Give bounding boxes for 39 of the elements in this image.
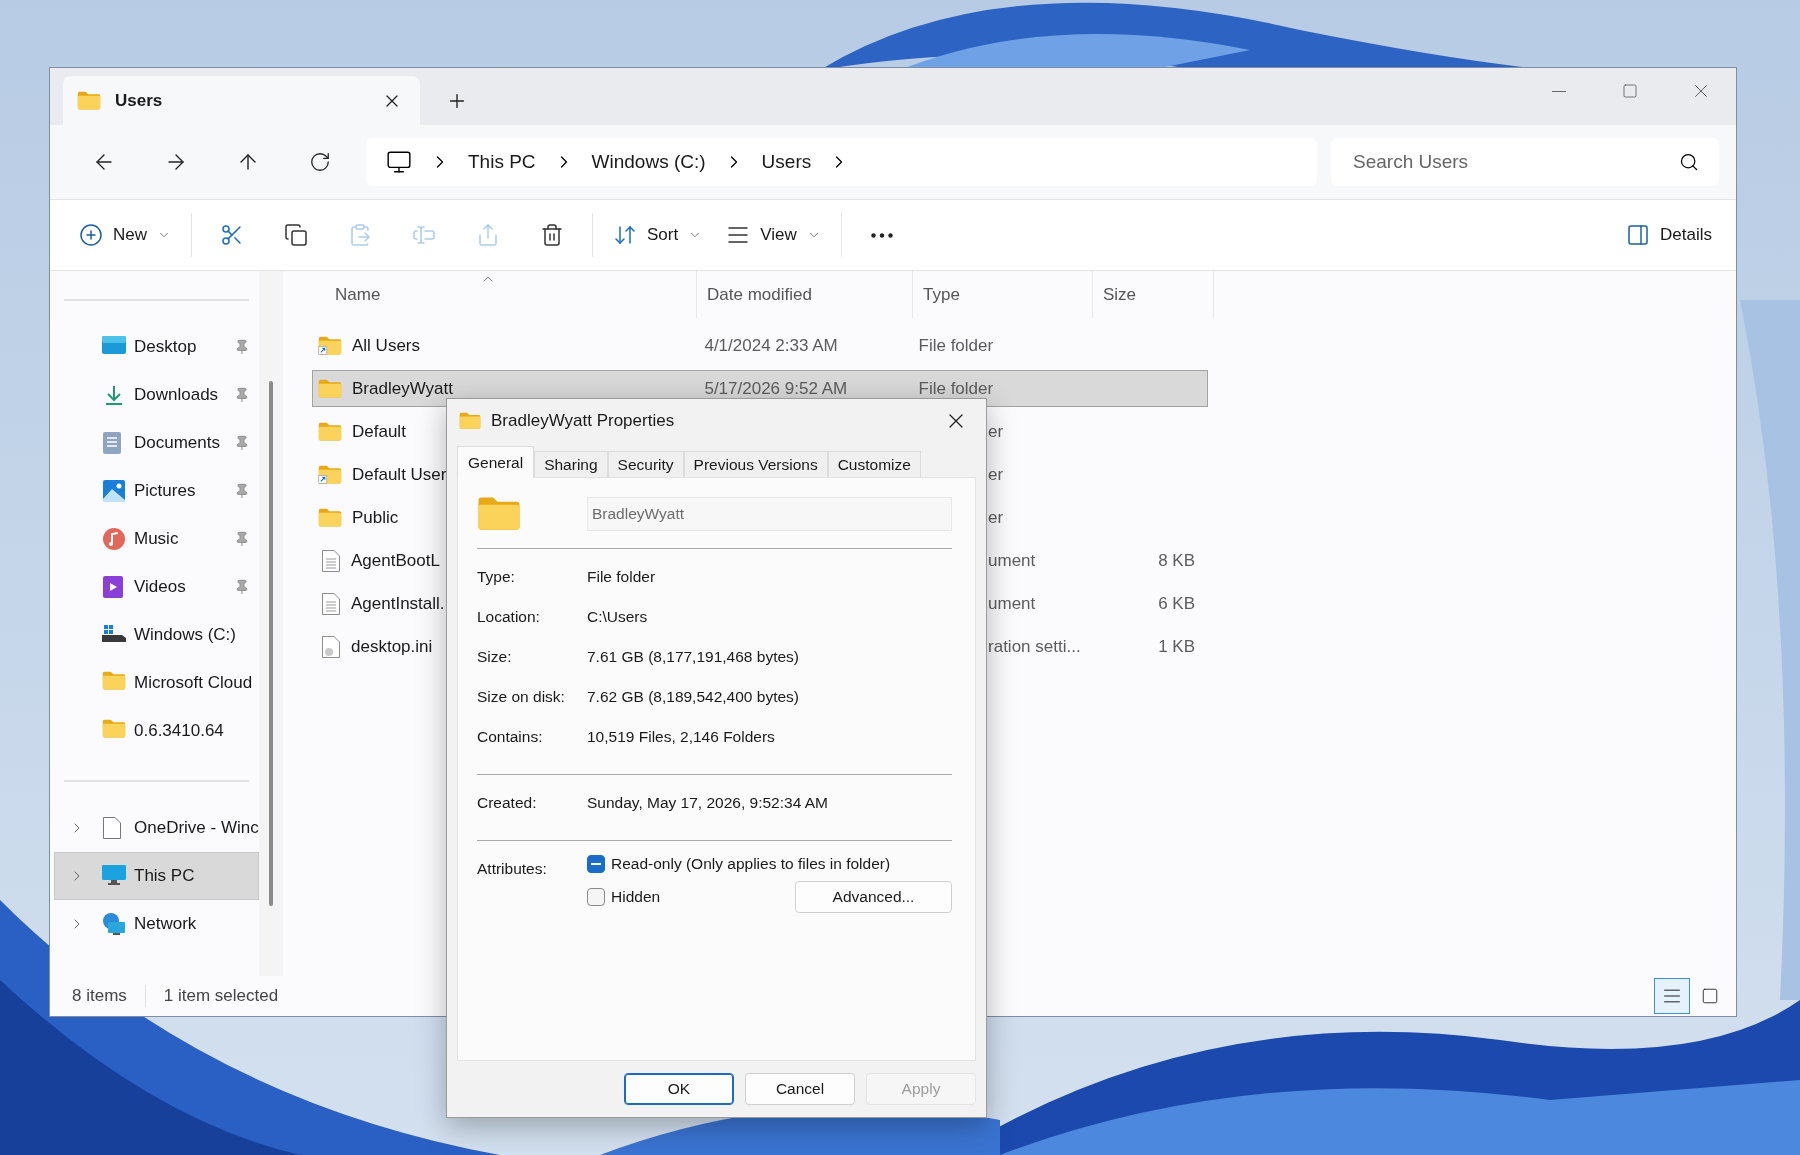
- table-cell: er: [988, 464, 1004, 485]
- property-label: Contains:: [477, 727, 544, 748]
- table-cell: 4/1/2024 2:33 AM: [704, 335, 838, 356]
- property-value: 10,519 Files, 2,146 Folders: [587, 727, 776, 748]
- property-value: Sunday, May 17, 2026, 9:52:34 AM: [587, 793, 829, 814]
- selection-count: 1 item selected: [163, 986, 279, 1006]
- table-cell: AgentInstall.: [351, 593, 445, 614]
- table-cell: All Users: [352, 335, 420, 356]
- property-value: 7.62 GB (8,189,542,400 bytes): [587, 687, 800, 708]
- property-label: Size on disk:: [477, 687, 566, 708]
- table-cell: 8 KB: [1158, 550, 1195, 571]
- dialog-title: BradleyWyatt Properties: [491, 411, 675, 431]
- table-cell: ument: [988, 593, 1036, 614]
- table-cell: 5/17/2026 9:52 AM: [704, 378, 848, 399]
- table-cell: BradleyWyatt: [352, 378, 453, 399]
- table-cell: 6 KB: [1158, 593, 1195, 614]
- property-value: C:\Users: [587, 607, 649, 628]
- table-cell: Default: [352, 421, 406, 442]
- table-cell: desktop.ini: [351, 636, 433, 657]
- table-cell: Public: [352, 507, 399, 528]
- property-label: Size:: [477, 647, 513, 668]
- property-value: File folder: [587, 567, 657, 588]
- property-label: Created:: [477, 793, 538, 814]
- checkbox-label: Read-only (Only applies to files in folder): [611, 855, 891, 874]
- table-cell: ration setti...: [988, 636, 1081, 657]
- property-label: Location:: [477, 607, 541, 628]
- property-label: Type:: [477, 567, 516, 588]
- checkbox-label: Hidden: [611, 888, 661, 907]
- table-cell: er: [988, 421, 1004, 442]
- table-cell: File folder: [918, 378, 994, 399]
- table-cell: 1 KB: [1158, 636, 1195, 657]
- item-count: 8 items: [72, 986, 127, 1006]
- property-value: 7.61 GB (8,177,191,468 bytes): [587, 647, 800, 668]
- table-cell: Default User: [352, 464, 447, 485]
- table-cell: File folder: [918, 335, 994, 356]
- table-cell: AgentBootL: [351, 550, 440, 571]
- table-cell: ument: [988, 550, 1036, 571]
- table-cell: er: [988, 507, 1004, 528]
- property-label: Attributes:: [477, 859, 548, 880]
